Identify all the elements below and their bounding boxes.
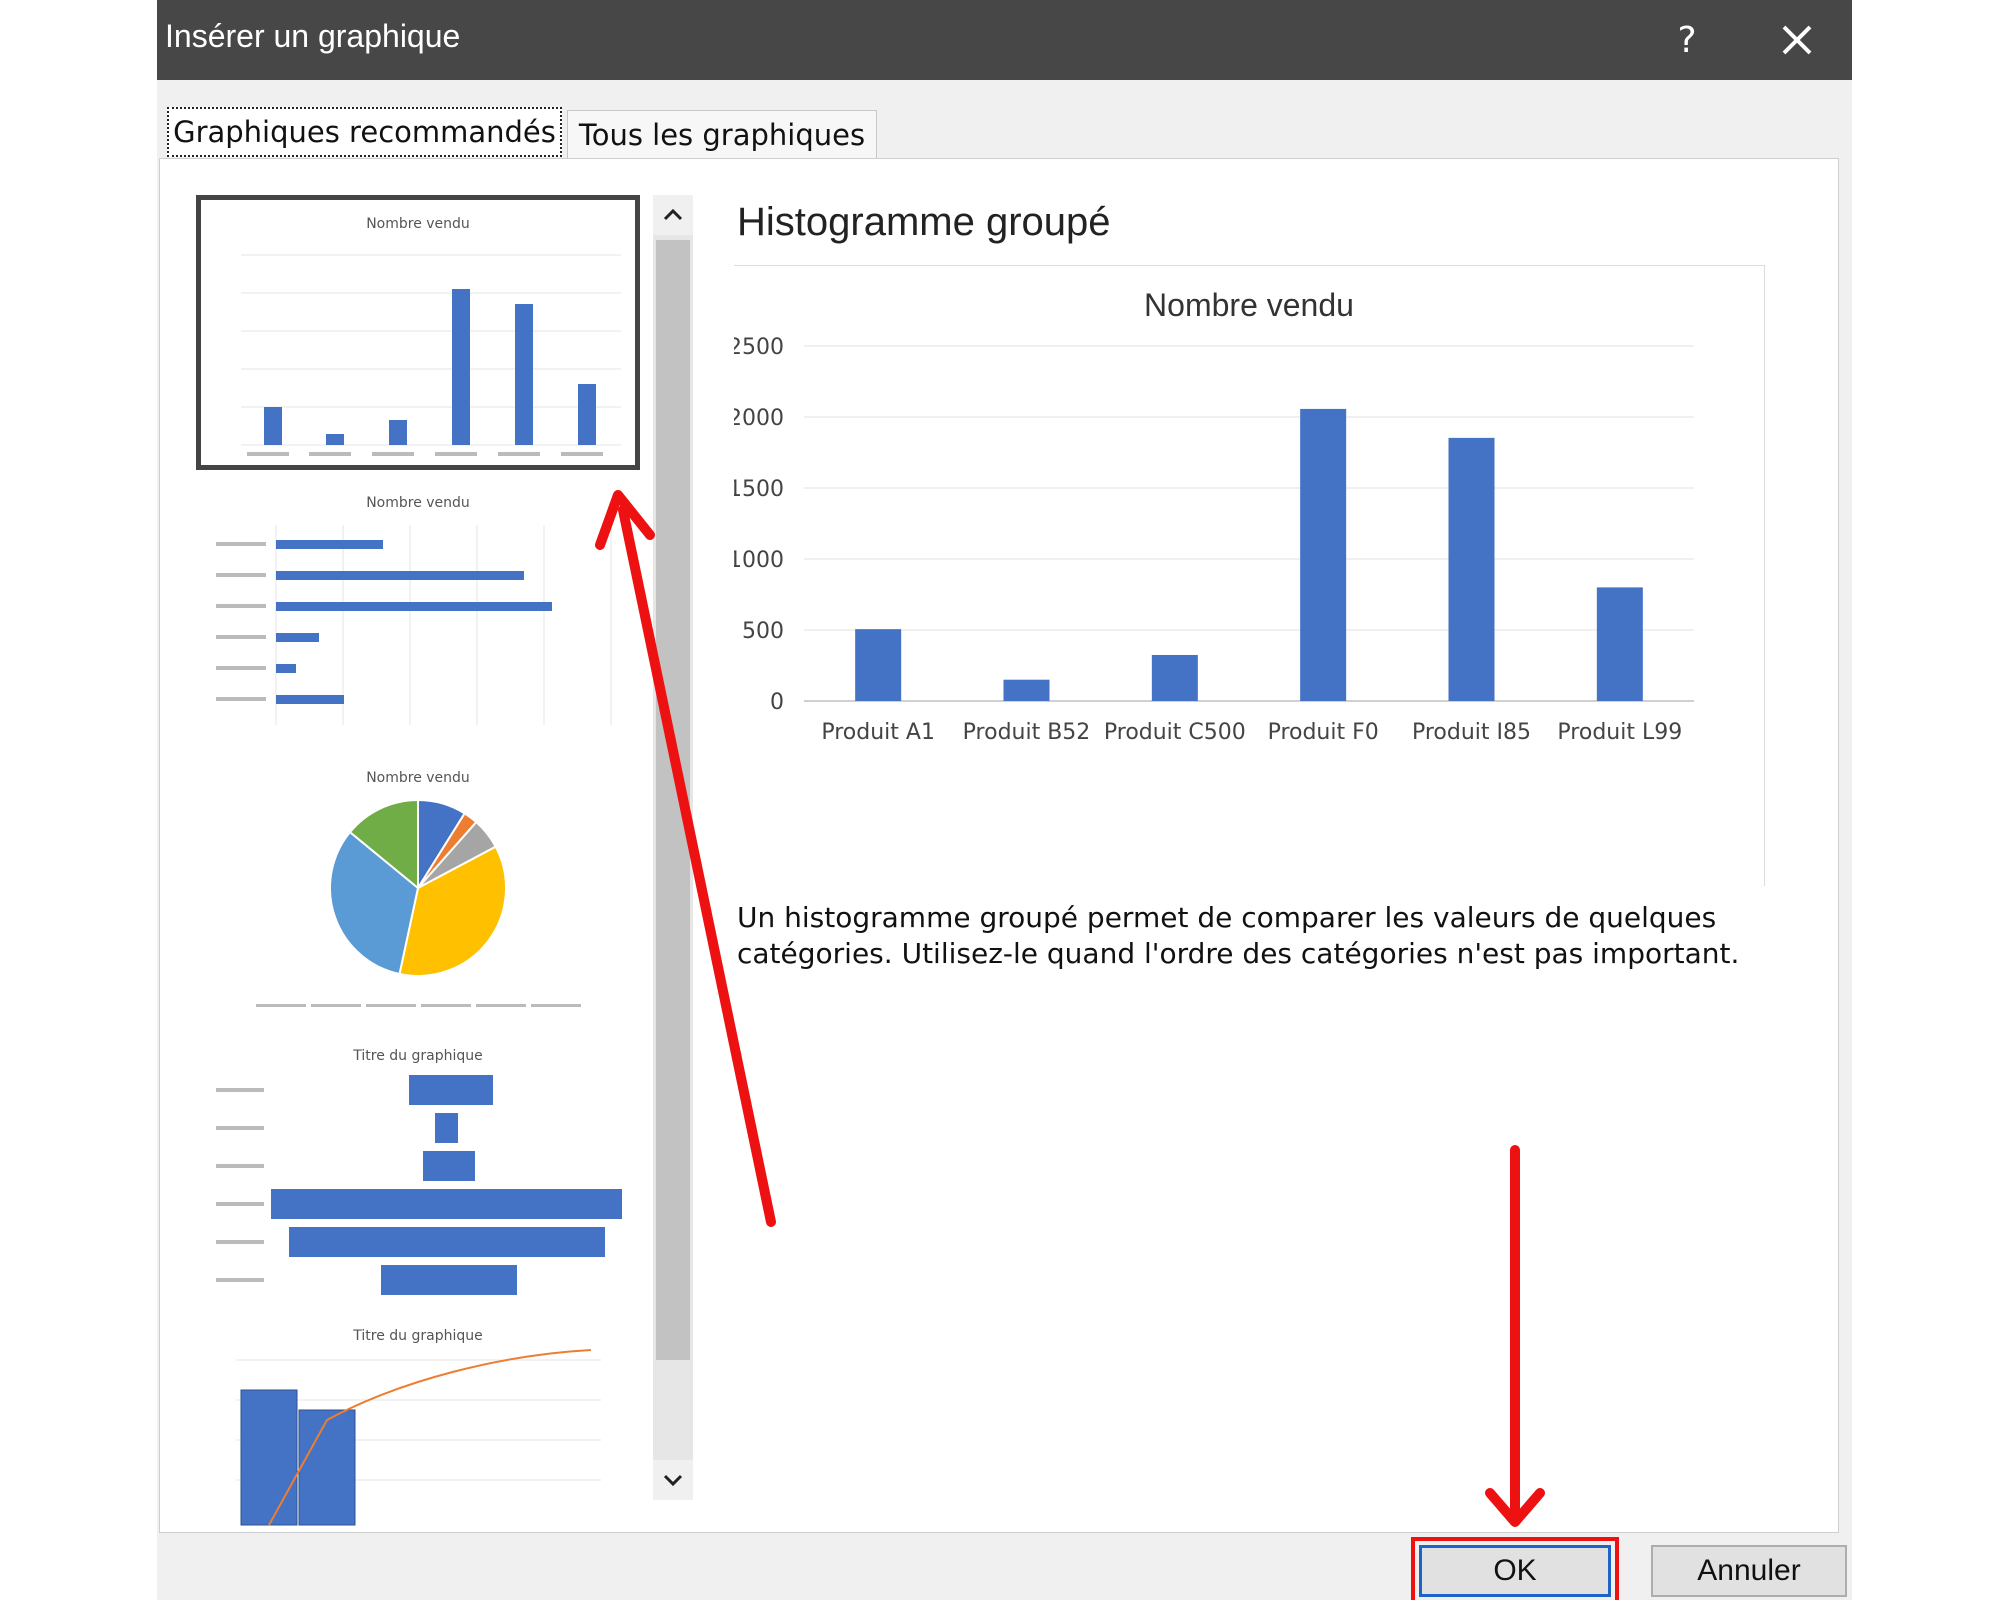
title-bar: Insérer un graphique ? <box>157 0 1852 80</box>
close-icon <box>1782 25 1812 55</box>
thumbnail-title: Nombre vendu <box>366 216 470 232</box>
preview-chart-svg: Nombre vendu 0 500 1000 1500 2000 2500 Produi… <box>728 287 1694 745</box>
cancel-button[interactable]: Annuler <box>1651 1545 1847 1597</box>
thumbnail-pie[interactable]: Nombre vendu <box>201 760 635 1020</box>
chart-y-axis: 0 500 1000 1500 2000 2500 <box>728 335 784 715</box>
thumbnail-clustered-column[interactable]: Nombre vendu <box>196 195 640 470</box>
thumbnail-pareto-svg: Titre du graphique <box>236 1328 601 1526</box>
chart-bar <box>1300 408 1347 701</box>
ok-button[interactable]: OK <box>1411 1537 1619 1600</box>
x-tick-label: Produit A1 <box>821 720 935 745</box>
dialog-title: Insérer un graphique <box>165 18 461 54</box>
thumbnail-title: Titre du graphique <box>352 1328 482 1344</box>
chart-x-axis: Produit A1 Produit B52 Produit C500 Produit… <box>821 720 1682 745</box>
thumbnail-funnel-svg: Titre du graphique <box>216 1048 622 1295</box>
x-tick-label: Produit F0 <box>1268 720 1379 745</box>
tab-all-charts[interactable]: Tous les graphiques <box>567 110 877 158</box>
y-tick-label: 500 <box>742 619 784 644</box>
thumbnail-title: Titre du graphique <box>352 1048 482 1064</box>
scrollbar-thumb[interactable] <box>656 240 690 1360</box>
chart-bar <box>1596 587 1643 701</box>
help-button[interactable]: ? <box>1657 10 1717 70</box>
thumbnail-title: Nombre vendu <box>366 770 470 786</box>
chart-bars <box>855 408 1643 701</box>
scroll-up-button[interactable] <box>653 195 693 235</box>
chart-bar <box>855 629 902 701</box>
chart-gridlines <box>804 345 1694 702</box>
preview-chart: Nombre vendu 0 500 1000 1500 2000 2500 Produi… <box>728 265 1765 886</box>
chart-bar <box>1003 679 1050 701</box>
thumbnail-clustered-bar-svg: Nombre vendu <box>216 495 612 725</box>
x-tick-label: Produit B52 <box>963 720 1091 745</box>
y-tick-label: 0 <box>770 690 784 715</box>
tab-label: Graphiques recommandés <box>173 115 556 149</box>
chart-title: Nombre vendu <box>1144 287 1354 323</box>
close-button[interactable] <box>1767 10 1827 70</box>
x-tick-label: Produit L99 <box>1557 720 1682 745</box>
x-tick-label: Produit I85 <box>1412 720 1531 745</box>
thumbnail-pareto[interactable]: Titre du graphique <box>201 1320 635 1530</box>
thumbnail-funnel[interactable]: Titre du graphique <box>201 1040 635 1295</box>
y-tick-label: 2000 <box>734 406 784 431</box>
thumbnail-clustered-bar[interactable]: Nombre vendu <box>201 485 635 740</box>
chevron-up-icon <box>663 208 683 221</box>
tab-recommended-charts[interactable]: Graphiques recommandés <box>167 107 562 157</box>
chevron-down-icon <box>663 1474 683 1487</box>
thumbnail-pie-svg: Nombre vendu <box>256 770 581 1007</box>
chart-type-description: Un histogramme groupé permet de comparer… <box>737 901 1740 970</box>
recommended-charts-list: Nombre vendu Nombre vendu Nombre vendu T… <box>193 195 643 1535</box>
chart-bar <box>1151 654 1198 701</box>
thumbnail-scrollbar[interactable] <box>653 195 693 1500</box>
x-tick-label: Produit C500 <box>1104 720 1246 745</box>
scroll-down-button[interactable] <box>653 1460 693 1500</box>
insert-chart-dialog: Insérer un graphique ? Graphiques recomm… <box>157 0 1852 1600</box>
thumbnail-clustered-column-svg: Nombre vendu <box>241 216 621 456</box>
chart-bar <box>1448 437 1495 701</box>
preview-chart-type-title: Histogramme groupé <box>737 200 1111 244</box>
y-tick-label: 1000 <box>734 548 784 573</box>
y-tick-label: 1500 <box>734 477 784 502</box>
tab-label: Tous les graphiques <box>578 117 866 152</box>
thumbnail-title: Nombre vendu <box>366 495 470 511</box>
thumbnail-pie-slices <box>329 798 507 977</box>
y-tick-label: 2500 <box>734 335 784 360</box>
help-icon: ? <box>1677 19 1697 61</box>
